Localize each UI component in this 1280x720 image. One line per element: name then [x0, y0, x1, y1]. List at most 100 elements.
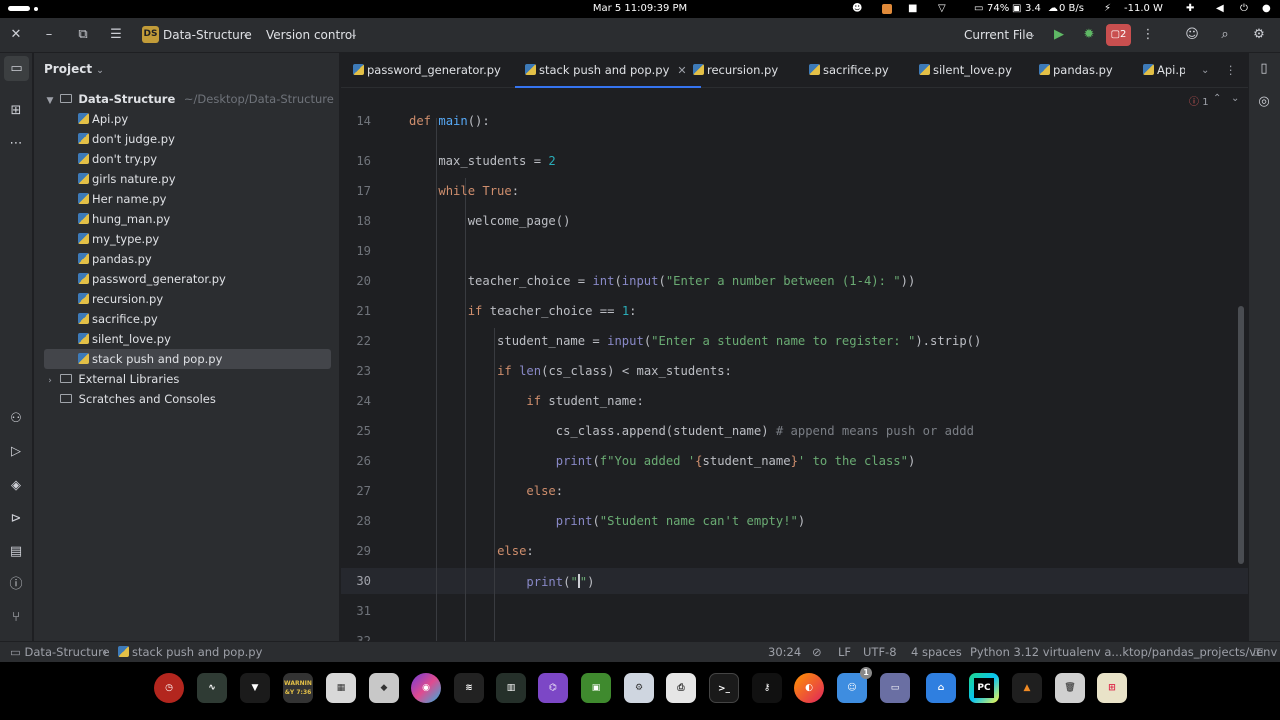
clock-app-icon[interactable]: ◷ — [154, 673, 184, 703]
notification-icon[interactable]: ● — [1262, 3, 1271, 14]
editor-scrollbar[interactable] — [1238, 306, 1244, 564]
audio-app-icon[interactable]: ≋ — [454, 673, 484, 703]
chevron-down-icon[interactable]: ⌄ — [1231, 93, 1239, 104]
printer-app-icon[interactable]: ⎙ — [666, 673, 696, 703]
project-panel-title[interactable]: Project ⌄ — [44, 62, 104, 76]
monitor-app-icon[interactable]: ∿ — [197, 673, 227, 703]
minimize-icon[interactable]: – — [40, 26, 58, 44]
error-icon[interactable]: ⓘ 1 — [1189, 93, 1209, 108]
console-warning-app-icon[interactable]: WARNIN &Y 7:36 — [283, 673, 313, 703]
gear-icon[interactable]: ⚙ — [1250, 26, 1268, 44]
tab-password-generator[interactable]: password_generator.py — [353, 53, 501, 88]
wifi-icon[interactable]: ▽ — [938, 3, 946, 14]
power-menu-icon[interactable]: ⏻ — [1240, 3, 1248, 14]
finder-app-icon[interactable]: ☺ 1 — [837, 667, 872, 703]
terminal-app-icon[interactable]: >_ — [709, 673, 739, 703]
cpu-icon[interactable]: ▣ — [1012, 3, 1021, 14]
disks-app-icon[interactable]: ◆ — [369, 673, 399, 703]
lock-icon[interactable]: ⚿ — [1254, 645, 1263, 660]
main-menu-icon[interactable]: ☰ — [107, 26, 125, 44]
indent-setting[interactable]: 4 spaces — [911, 645, 962, 659]
vlc-app-icon[interactable]: ▲ — [1012, 673, 1042, 703]
more-icon[interactable]: ⋮ — [1225, 53, 1237, 88]
git-icon[interactable]: ⑂ — [7, 609, 25, 627]
screen-app-icon[interactable]: ⌬ — [538, 673, 568, 703]
chevron-down-icon[interactable]: ⌄ — [96, 66, 104, 76]
restore-icon[interactable]: ⧉ — [74, 26, 92, 44]
tree-file[interactable]: silent_love.py — [44, 329, 331, 349]
project-tool-icon[interactable]: ▭ — [4, 56, 29, 81]
tab-sacrifice[interactable]: sacrifice.py — [809, 53, 889, 88]
services-icon[interactable]: ⊳ — [7, 510, 25, 528]
battery-icon[interactable]: ▭ — [974, 3, 983, 14]
tab-recursion[interactable]: recursion.py — [693, 53, 778, 88]
sound-icon[interactable]: ◀ — [1216, 3, 1224, 14]
tree-file[interactable]: girls nature.py — [44, 169, 331, 189]
running-processes-badge[interactable]: ▢2 — [1106, 24, 1131, 46]
tree-file[interactable]: recursion.py — [44, 289, 331, 309]
run-icon[interactable]: ▶ — [1050, 26, 1068, 44]
tree-file[interactable]: my_type.py — [44, 229, 331, 249]
tree-file[interactable]: pandas.py — [44, 249, 331, 269]
more-icon[interactable]: ⋮ — [1139, 26, 1157, 44]
chevron-down-icon[interactable]: ⌄ — [345, 26, 363, 44]
apps-grid-icon[interactable]: ⊞ — [1097, 673, 1127, 703]
extensions-icon[interactable]: ✚ — [1186, 3, 1194, 14]
network-icon[interactable]: ☁ — [1048, 3, 1058, 14]
gamepad-icon[interactable]: ☻ — [852, 3, 862, 14]
siri-app-icon[interactable]: ◉ — [411, 673, 441, 703]
settings-app-icon[interactable]: ⚙ — [624, 673, 654, 703]
system-clock[interactable]: Mar 5 11:09:39 PM — [0, 3, 1280, 14]
app-indicator-icon[interactable] — [882, 4, 892, 14]
project-badge[interactable]: DS — [142, 26, 159, 43]
tree-root-folder[interactable]: ▼ Data-Structure ~/Desktop/Data-Structur… — [44, 89, 334, 111]
more-tools-icon[interactable]: ⋯ — [7, 135, 25, 153]
close-tab-icon[interactable]: ✕ — [677, 64, 686, 77]
tab-api[interactable]: Api.py — [1143, 53, 1185, 88]
trash-app-icon[interactable]: 🗑 — [1055, 673, 1085, 703]
appstore-app-icon[interactable]: ⌂ — [926, 673, 956, 703]
files-app-icon[interactable]: ▦ — [326, 673, 356, 703]
tree-file-selected[interactable]: stack push and pop.py — [44, 349, 331, 369]
tree-file[interactable]: don't judge.py — [44, 129, 331, 149]
version-control-dropdown[interactable]: Version control — [266, 28, 356, 42]
breadcrumb-file-item[interactable]: stack push and pop.py — [118, 645, 262, 659]
structure-icon[interactable]: ⊞ — [7, 102, 25, 120]
chevron-right-icon[interactable]: › — [44, 371, 56, 391]
power-icon[interactable]: ⚡ — [1104, 3, 1111, 14]
tab-silent-love[interactable]: silent_love.py — [919, 53, 1012, 88]
chevron-up-icon[interactable]: ⌃ — [1213, 93, 1221, 104]
debug-icon[interactable]: ✹ — [1080, 26, 1098, 44]
chevron-down-icon[interactable]: ⌄ — [1201, 53, 1209, 88]
pycharm-app-icon[interactable]: PC — [969, 673, 999, 703]
chevron-down-icon[interactable]: ▼ — [44, 91, 56, 111]
file-encoding[interactable]: UTF-8 — [863, 645, 897, 659]
breadcrumb-root[interactable]: Data-Structure — [25, 645, 110, 659]
code-editor[interactable]: ⓘ 1 ⌃ ⌄ 14 def main(): _________ 16 max_… — [341, 88, 1248, 645]
terminal-icon[interactable]: ▤ — [7, 543, 25, 561]
chevron-down-icon[interactable]: ⌄ — [1023, 26, 1041, 44]
tree-file[interactable]: Her name.py — [44, 189, 331, 209]
search-icon[interactable]: ⌕ — [1216, 26, 1234, 44]
system-monitor-app-icon[interactable]: ▥ — [496, 673, 526, 703]
preview-app-icon[interactable]: ▭ — [880, 673, 910, 703]
layers-icon[interactable]: ◈ — [7, 477, 25, 495]
problems-icon[interactable]: ⓘ — [7, 576, 25, 594]
tree-file[interactable]: Api.py — [44, 109, 331, 129]
firefox-app-icon[interactable]: ◐ — [794, 673, 824, 703]
tree-external-libraries[interactable]: › External Libraries — [44, 369, 331, 389]
close-icon[interactable]: ✕ — [7, 26, 25, 44]
tuxedo-app-icon[interactable]: ▼ — [240, 673, 270, 703]
no-problems-icon[interactable]: ⊘ — [812, 645, 822, 659]
tree-file[interactable]: hung_man.py — [44, 209, 331, 229]
caret-position[interactable]: 30:24 — [768, 645, 801, 659]
tab-pandas[interactable]: pandas.py — [1039, 53, 1113, 88]
chevron-down-icon[interactable]: ⌄ — [237, 26, 255, 44]
ai-assistant-icon[interactable]: ◎ — [1255, 93, 1273, 111]
add-user-icon[interactable]: ☺ — [1183, 26, 1201, 44]
tree-file[interactable]: sacrifice.py — [44, 309, 331, 329]
line-separator[interactable]: LF — [838, 645, 851, 659]
tab-stack-push-and-pop[interactable]: stack push and pop.py ✕ — [515, 53, 701, 89]
tree-file[interactable]: don't try.py — [44, 149, 331, 169]
tree-file[interactable]: password_generator.py — [44, 269, 331, 289]
